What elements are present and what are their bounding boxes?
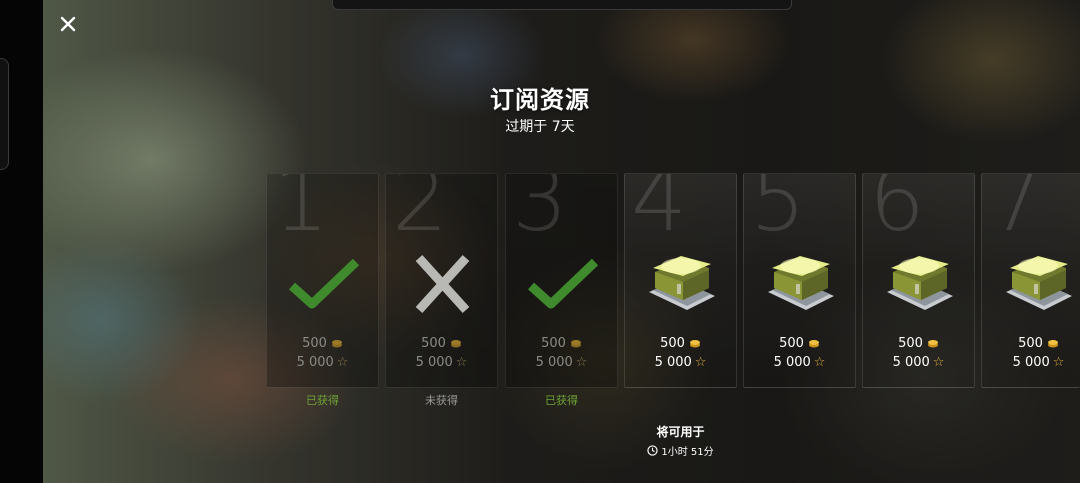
gold-reward: 500 xyxy=(982,336,1080,351)
xp-amount: 5 000 xyxy=(535,355,573,370)
xp-reward: 5 000 ☆ xyxy=(386,355,497,370)
gold-coin-icon xyxy=(689,340,700,348)
xp-amount: 5 000 xyxy=(415,355,453,370)
gold-reward: 500 xyxy=(625,336,736,351)
day-number: 7 xyxy=(988,173,1044,251)
next-available-timer: 1小时 51分 xyxy=(624,443,737,458)
clock-icon xyxy=(647,445,659,456)
day-card-3[interactable]: 3 500 5 000 ☆ xyxy=(505,173,618,388)
star-icon: ☆ xyxy=(932,355,945,370)
checkmark-icon xyxy=(527,258,599,309)
xp-amount: 5 000 xyxy=(654,355,692,370)
day-status-3: 已获得 xyxy=(545,394,578,407)
xp-amount: 5 000 xyxy=(296,355,334,370)
day-card-1[interactable]: 1 500 5 000 ☆ xyxy=(266,173,379,388)
top-pull-bar[interactable] xyxy=(332,0,792,10)
day-number: 6 xyxy=(869,173,925,251)
gold-coin-icon xyxy=(570,340,581,348)
reward-crate-icon xyxy=(768,256,834,310)
gold-reward: 500 xyxy=(863,336,974,351)
star-icon: ☆ xyxy=(813,355,826,370)
day-number: 2 xyxy=(392,173,448,251)
reward-crate-icon xyxy=(887,256,953,310)
xp-reward: 5 000 ☆ xyxy=(506,355,617,370)
close-button[interactable] xyxy=(56,12,80,36)
gold-reward: 500 xyxy=(267,336,378,351)
xp-amount: 5 000 xyxy=(1012,355,1050,370)
day-status-2: 未获得 xyxy=(425,394,458,407)
reward-crate-icon xyxy=(649,256,715,310)
day-number: 5 xyxy=(750,173,806,251)
star-icon: ☆ xyxy=(1052,355,1065,370)
expiry-subtitle: 过期于 7天 xyxy=(505,119,575,135)
day-number: 1 xyxy=(273,173,329,251)
day-number: 3 xyxy=(512,173,568,251)
gold-amount: 500 xyxy=(898,336,923,351)
xp-amount: 5 000 xyxy=(892,355,930,370)
checkmark-icon xyxy=(288,258,360,309)
gold-coin-icon xyxy=(927,340,938,348)
xp-reward: 5 000 ☆ xyxy=(625,355,736,370)
gold-coin-icon xyxy=(450,340,461,348)
gold-reward: 500 xyxy=(744,336,855,351)
day-card-6[interactable]: 6 500 5 000 ☆ xyxy=(862,173,975,388)
day-status-1: 已获得 xyxy=(306,394,339,407)
next-available-label: 将可用于 xyxy=(656,425,705,439)
gold-amount: 500 xyxy=(302,336,327,351)
day-card-2[interactable]: 2 500 5 000 ☆ xyxy=(385,173,498,388)
gold-amount: 500 xyxy=(779,336,804,351)
gold-reward: 500 xyxy=(386,336,497,351)
close-icon xyxy=(60,16,76,32)
gold-amount: 500 xyxy=(541,336,566,351)
star-icon: ☆ xyxy=(575,355,588,370)
day-card-7[interactable]: 7 500 5 000 ☆ xyxy=(981,173,1080,388)
day-card-5[interactable]: 5 500 5 000 ☆ xyxy=(743,173,856,388)
gold-reward: 500 xyxy=(506,336,617,351)
gold-coin-icon xyxy=(808,340,819,348)
gold-amount: 500 xyxy=(1018,336,1043,351)
xp-amount: 5 000 xyxy=(773,355,811,370)
xp-reward: 5 000 ☆ xyxy=(982,355,1080,370)
cross-icon xyxy=(415,254,470,314)
timer-text: 1小时 51分 xyxy=(661,447,714,458)
page-title: 订阅资源 xyxy=(490,86,590,114)
gold-amount: 500 xyxy=(660,336,685,351)
xp-reward: 5 000 ☆ xyxy=(863,355,974,370)
star-icon: ☆ xyxy=(336,355,349,370)
gold-amount: 500 xyxy=(421,336,446,351)
gold-coin-icon xyxy=(331,340,342,348)
star-icon: ☆ xyxy=(455,355,468,370)
day-card-4[interactable]: 4 500 5 000 ☆ xyxy=(624,173,737,388)
star-icon: ☆ xyxy=(694,355,707,370)
gold-coin-icon xyxy=(1047,340,1058,348)
xp-reward: 5 000 ☆ xyxy=(744,355,855,370)
reward-crate-icon xyxy=(1006,256,1072,310)
day-number: 4 xyxy=(631,173,687,251)
xp-reward: 5 000 ☆ xyxy=(267,355,378,370)
